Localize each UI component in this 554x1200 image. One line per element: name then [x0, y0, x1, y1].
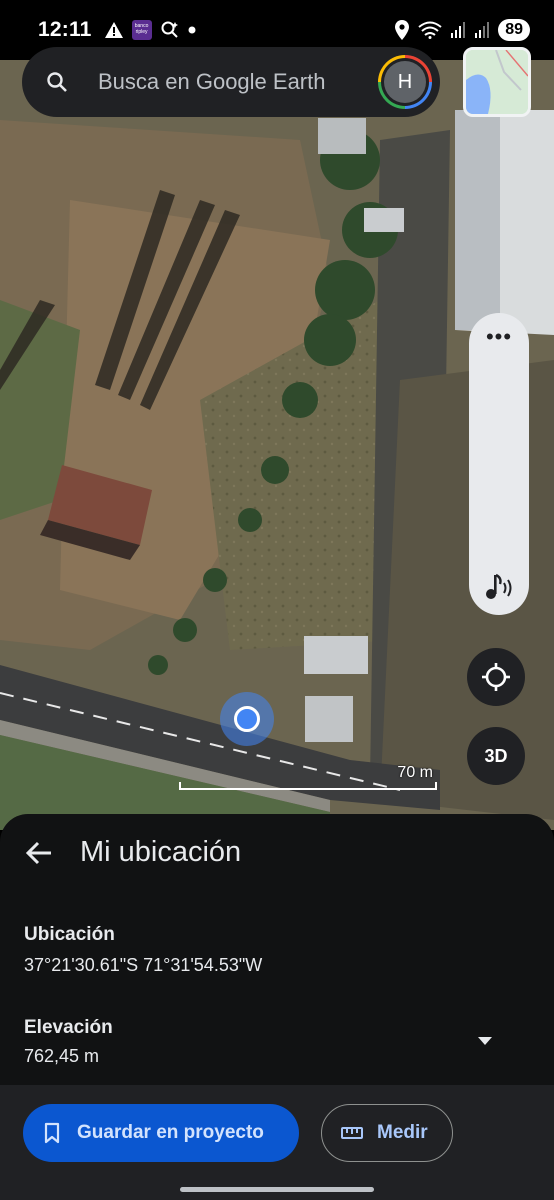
sheet-title: Mi ubicación: [80, 836, 242, 868]
dot-icon: [188, 26, 196, 34]
minimap-button[interactable]: [463, 47, 531, 117]
toggle-3d-button[interactable]: 3D: [467, 727, 525, 785]
map-scale: 70 m: [179, 762, 437, 790]
action-bar: Guardar en proyecto Medir: [0, 1085, 554, 1200]
home-gesture-bar[interactable]: [180, 1187, 374, 1192]
sheet-header: Mi ubicación: [24, 836, 241, 869]
location-dot: [234, 706, 260, 732]
minimap-icon: [466, 50, 528, 114]
banco-app-icon: banco ripley: [131, 20, 152, 40]
back-arrow-icon[interactable]: [24, 838, 54, 868]
measure-button[interactable]: Medir: [321, 1104, 453, 1162]
elevation-value: 762,45 m: [24, 1046, 100, 1066]
status-time: 12:11: [38, 18, 92, 41]
search-bar[interactable]: Busca en Google Earth H: [22, 47, 440, 117]
battery-level: 89: [498, 19, 530, 41]
voyager-audio-icon[interactable]: [483, 571, 517, 601]
elevation-label: Elevación: [24, 1017, 113, 1038]
warning-icon: [104, 22, 123, 38]
account-avatar-button[interactable]: H: [378, 55, 432, 109]
avatar-initial: H: [384, 61, 426, 103]
crosshair-icon: [482, 663, 510, 691]
current-location-marker[interactable]: [220, 692, 274, 746]
assistant-icon: [161, 21, 178, 38]
save-to-project-button[interactable]: Guardar en proyecto: [23, 1104, 299, 1162]
measure-label: Medir: [377, 1122, 428, 1143]
location-icon: [395, 20, 410, 40]
wifi-6-icon: [418, 21, 442, 39]
location-coordinates: 37°21'30.61"S 71°31'54.53"W: [24, 955, 263, 975]
map-tools-panel: •••: [469, 313, 529, 615]
search-input[interactable]: Busca en Google Earth: [98, 69, 325, 95]
location-label: Ubicación: [24, 924, 115, 945]
signal-icon: [475, 22, 490, 38]
signal-icon: [451, 22, 466, 38]
bookmark-icon: [44, 1122, 60, 1144]
save-to-project-label: Guardar en proyecto: [77, 1122, 264, 1143]
scale-label: 70 m: [397, 764, 433, 781]
more-options-icon[interactable]: •••: [469, 326, 529, 348]
search-icon: [47, 72, 67, 92]
ruler-icon: [341, 1127, 363, 1139]
my-location-sheet: Mi ubicación Ubicación 37°21'30.61"S 71°…: [0, 814, 554, 1200]
my-location-button[interactable]: [467, 648, 525, 706]
expand-down-icon[interactable]: [477, 1036, 493, 1046]
scale-bar: [179, 782, 437, 790]
